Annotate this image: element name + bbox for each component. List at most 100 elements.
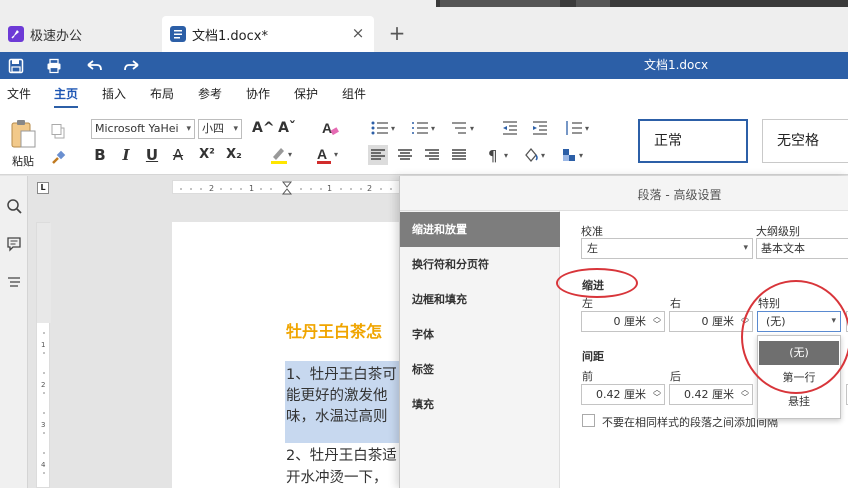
nav-padding[interactable]: 填充: [400, 387, 560, 422]
copy-icon[interactable]: [48, 121, 68, 141]
svg-text:▾: ▾: [541, 151, 545, 160]
tab-app-home[interactable]: 极速办公: [0, 16, 156, 52]
paste-label: 粘贴: [12, 155, 34, 168]
paragraph-line[interactable]: 味，水温过高则: [286, 405, 388, 426]
right-indent-label: 右: [670, 297, 681, 310]
svg-text:▾: ▾: [585, 124, 589, 133]
no-space-checkbox-label: 不要在相同样式的段落之间添加间隔: [602, 416, 778, 429]
menu-file[interactable]: 文件: [7, 85, 31, 102]
print-icon[interactable]: [44, 56, 64, 76]
format-painter-icon[interactable]: [48, 147, 68, 167]
horizontal-ruler[interactable]: 2 1 1 2: [172, 180, 412, 195]
save-icon[interactable]: [6, 56, 26, 76]
menu-insert[interactable]: 插入: [102, 85, 126, 102]
outline-level-label: 大纲级别: [756, 225, 800, 238]
menu-protect[interactable]: 保护: [294, 85, 318, 102]
increase-indent-icon[interactable]: [530, 118, 550, 138]
spacing-before-value: 0.42 厘米: [596, 388, 646, 401]
paste-button[interactable]: [8, 118, 38, 150]
spacing-before-input[interactable]: 0.42 厘米 ︿ ﹀: [581, 384, 665, 405]
title-bar: 文档1.docx: [0, 52, 848, 79]
nav-line-page-breaks[interactable]: 换行符和分页符: [400, 247, 560, 282]
left-indent-input[interactable]: 0 厘米 ︿ ﹀: [581, 311, 665, 332]
no-space-checkbox[interactable]: [582, 414, 595, 427]
align-right-icon[interactable]: [422, 145, 442, 165]
decrease-indent-icon[interactable]: [500, 118, 520, 138]
tab-document[interactable]: 文档1.docx* ×: [162, 16, 374, 52]
paragraph-line[interactable]: 2、牡丹王白茶适: [286, 444, 397, 465]
italic-button[interactable]: I: [116, 145, 136, 165]
undo-icon[interactable]: [84, 56, 104, 76]
font-name-value: Microsoft YaHei: [95, 122, 179, 135]
subscript-button[interactable]: X₂: [221, 145, 247, 165]
menu-home[interactable]: 主页: [54, 85, 78, 102]
paragraph-line[interactable]: 能更好的激发他: [286, 384, 388, 405]
add-tab-button[interactable]: +: [386, 22, 408, 44]
shading-icon[interactable]: ▾: [522, 145, 550, 165]
redo-icon[interactable]: [122, 56, 142, 76]
menu-plugins[interactable]: 组件: [342, 85, 366, 102]
numbered-list-icon[interactable]: ▾: [410, 118, 438, 138]
nav-indents-placement[interactable]: 缩进和放置: [400, 212, 560, 247]
close-tab-icon[interactable]: ×: [350, 25, 366, 41]
paragraph-line[interactable]: 开水冲烫一下，: [286, 466, 388, 487]
font-size-select[interactable]: 小四 ▾: [198, 119, 242, 139]
font-color-button[interactable]: A ▾: [314, 145, 342, 165]
spacing-after-input[interactable]: 0.42 厘米 ︿ ﹀: [669, 384, 753, 405]
tab-bar: 极速办公 文档1.docx* × +: [0, 0, 848, 52]
highlight-color-button[interactable]: ▾: [268, 145, 296, 165]
line-spacing-icon[interactable]: ▾: [564, 118, 592, 138]
svg-text:1: 1: [327, 184, 332, 193]
navigation-icon[interactable]: [4, 273, 24, 293]
document-title: 文档1.docx: [643, 58, 709, 72]
nav-font[interactable]: 字体: [400, 317, 560, 352]
comment-icon[interactable]: [4, 234, 24, 254]
menu-layout[interactable]: 布局: [150, 85, 174, 102]
nav-borders-fill[interactable]: 边框和填充: [400, 282, 560, 317]
clear-format-icon[interactable]: A: [320, 118, 340, 138]
alignment-value: 左: [587, 242, 598, 255]
superscript-button[interactable]: X²: [194, 145, 220, 165]
spinner-arrows-icon[interactable]: ︿ ﹀: [741, 386, 749, 402]
clipboard-icon: [11, 120, 36, 148]
outline-level-select[interactable]: 基本文本: [756, 238, 848, 259]
svg-text:2: 2: [367, 184, 372, 193]
svg-text:2: 2: [41, 381, 45, 389]
svg-text:2: 2: [209, 184, 214, 193]
svg-text:▾: ▾: [334, 150, 338, 159]
vertical-ruler[interactable]: 1 2 3 4: [36, 222, 51, 488]
paragraph-line[interactable]: 1、牡丹王白茶可: [286, 363, 397, 384]
bullet-list-icon[interactable]: ▾: [370, 118, 398, 138]
spinner-arrows-icon[interactable]: ︿ ﹀: [653, 313, 661, 329]
borders-icon[interactable]: ▾: [560, 145, 588, 165]
menu-collaborate[interactable]: 协作: [246, 85, 270, 102]
tab-stop-selector[interactable]: L: [37, 182, 49, 194]
nav-tabs[interactable]: 标签: [400, 352, 560, 387]
strikethrough-button[interactable]: A: [168, 145, 188, 165]
dialog-header[interactable]: 段落 - 高级设置: [400, 176, 848, 211]
right-indent-input[interactable]: 0 厘米 ︿ ﹀: [669, 311, 753, 332]
font-name-select[interactable]: Microsoft YaHei ▾: [91, 119, 195, 139]
spinner-arrows-icon[interactable]: ︿ ﹀: [653, 386, 661, 402]
menu-bar: 文件 主页 插入 布局 参考 协作 保护 组件: [0, 79, 848, 108]
search-icon[interactable]: [4, 196, 24, 216]
bold-button[interactable]: B: [90, 145, 110, 165]
chevron-down-icon: ▾: [186, 124, 191, 134]
svg-text:4: 4: [41, 461, 46, 469]
style-no-spacing[interactable]: 无空格: [762, 119, 848, 163]
menu-references[interactable]: 参考: [198, 85, 222, 102]
style-normal[interactable]: 正常: [638, 119, 748, 163]
paragraph-mark-icon[interactable]: ¶ ▾: [486, 145, 514, 165]
svg-text:3: 3: [41, 421, 45, 429]
shrink-font-button[interactable]: Aˇ: [277, 118, 297, 138]
alignment-select[interactable]: 左 ▾: [581, 238, 753, 259]
align-left-icon[interactable]: [368, 145, 388, 165]
document-heading[interactable]: 牡丹王白茶怎: [286, 318, 382, 342]
svg-text:▾: ▾: [288, 150, 292, 159]
svg-text:A: A: [317, 146, 327, 162]
grow-font-button[interactable]: A^: [252, 118, 275, 138]
align-center-icon[interactable]: [395, 145, 415, 165]
multilevel-list-icon[interactable]: ▾: [450, 118, 478, 138]
underline-button[interactable]: U: [142, 145, 162, 165]
justify-icon[interactable]: [449, 145, 469, 165]
